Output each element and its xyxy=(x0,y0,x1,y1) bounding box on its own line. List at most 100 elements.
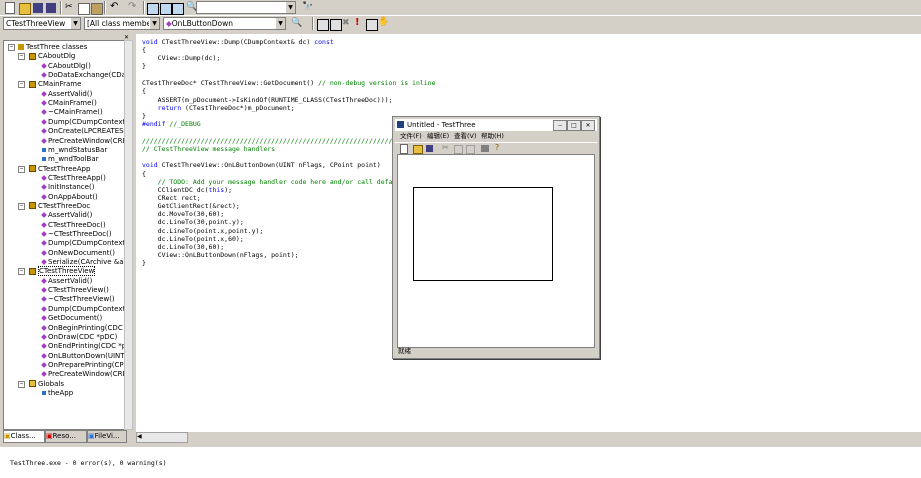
chevron-down-icon[interactable]: ▼ xyxy=(275,18,285,29)
tree-member-node[interactable]: PreCreateWindow(CRE xyxy=(41,370,125,379)
tree-member-node[interactable]: ~CTestThreeView() xyxy=(41,295,115,304)
tab-classview[interactable]: ▣Class... xyxy=(3,430,45,443)
tree-member-node[interactable]: CTestThreeDoc() xyxy=(41,221,106,230)
tree-member-node[interactable]: CMainFrame() xyxy=(41,99,97,108)
help-icon[interactable]: ? xyxy=(495,143,505,153)
tab-fileview[interactable]: ▣FileVi... xyxy=(87,430,127,443)
chevron-down-icon[interactable]: ▼ xyxy=(70,18,80,29)
tree-member-node[interactable]: AssertValid() xyxy=(41,277,92,286)
class-combo[interactable]: CTestThreeView ▼ xyxy=(3,17,81,30)
tree-member-node[interactable]: OnDraw(CDC *pDC) xyxy=(41,333,117,342)
wizard-action-icon[interactable]: 🔍 xyxy=(291,18,302,28)
tree-member-node[interactable]: AssertValid() xyxy=(41,90,92,99)
collapse-icon[interactable]: − xyxy=(18,380,25,388)
tab-resourceview[interactable]: ▣Reso... xyxy=(45,430,87,443)
close-icon[interactable]: ✕ xyxy=(581,120,595,131)
paste-icon[interactable] xyxy=(466,145,475,154)
collapse-icon[interactable]: − xyxy=(18,268,25,276)
menu-edit[interactable]: 编辑(E) xyxy=(427,131,449,142)
new-file-icon[interactable] xyxy=(400,144,408,154)
tree-member-node[interactable]: OnLButtonDown(UINT xyxy=(41,352,125,361)
app-window[interactable]: Untitled - TestThree ‒ □ ✕ 文件(F) 编辑(E) 查… xyxy=(392,116,600,359)
tree-class-node[interactable]: CAboutDlg xyxy=(29,52,75,61)
tree-class-node[interactable]: CMainFrame xyxy=(29,80,81,89)
collapse-icon[interactable]: − xyxy=(8,44,15,51)
breakpoint-hand-icon[interactable]: ✋ xyxy=(378,17,389,27)
open-folder-icon[interactable] xyxy=(413,145,423,154)
undo-icon[interactable]: ↶ xyxy=(110,1,120,12)
tree-member-node[interactable]: Dump(CDumpContext & xyxy=(41,305,125,314)
app-client-area[interactable] xyxy=(397,154,595,348)
save-icon[interactable] xyxy=(33,3,43,13)
tree-member-node[interactable]: DoDataExchange(CDat xyxy=(41,71,125,80)
new-file-icon[interactable] xyxy=(5,2,15,14)
tree-member-node[interactable]: theApp xyxy=(42,389,73,398)
editor-hscroll[interactable]: ◀ xyxy=(136,432,188,443)
save-all-icon[interactable] xyxy=(46,3,56,13)
tree-member-node[interactable]: Dump(CDumpContext & xyxy=(41,239,125,248)
tree-member-node[interactable]: OnCreate(LPCREATES xyxy=(41,127,124,136)
tree-member-node[interactable]: OnNewDocument() xyxy=(41,249,115,258)
build-icon[interactable] xyxy=(330,19,342,31)
cut-icon[interactable]: ✂ xyxy=(442,143,452,153)
splitter[interactable] xyxy=(133,32,136,444)
tree-scrollbar[interactable] xyxy=(124,40,133,430)
compile-icon[interactable] xyxy=(317,19,329,31)
tree-member-node[interactable]: OnPreparePrinting(CPr xyxy=(41,361,125,370)
tree-member-node[interactable]: ~CTestThreeDoc() xyxy=(41,230,112,239)
paste-icon[interactable] xyxy=(91,3,103,15)
menu-help[interactable]: 帮助(H) xyxy=(481,131,504,142)
save-icon[interactable] xyxy=(426,145,433,152)
tree-class-node[interactable]: CTestThreeDoc xyxy=(29,202,90,211)
tree-member-node[interactable]: OnAppAbout() xyxy=(41,193,98,202)
copy-icon[interactable] xyxy=(78,3,90,15)
filter-combo[interactable]: [All class members] ▼ xyxy=(84,17,160,30)
collapse-icon[interactable]: − xyxy=(18,202,25,210)
tree-member-node[interactable]: m_wndToolBar xyxy=(42,155,99,164)
code-token: CClientDC dc( xyxy=(142,186,209,194)
member-combo[interactable]: ◆OnLButtonDown ▼ xyxy=(163,17,286,30)
tree-member-node[interactable]: OnEndPrinting(CDC *pl xyxy=(41,342,125,351)
redo-icon[interactable]: ↷ xyxy=(128,1,138,12)
tree-member-node[interactable]: CAboutDlg() xyxy=(41,62,91,71)
tree-class-node[interactable]: CTestThreeView xyxy=(29,266,96,277)
find-in-files-icon[interactable]: 🔍 xyxy=(186,2,197,12)
menu-file[interactable]: 文件(F) xyxy=(400,131,422,142)
cut-icon[interactable]: ✂ xyxy=(65,2,75,12)
class-view-tree[interactable]: TestThree classes − CAboutDlg − CAboutDlg() D… xyxy=(3,40,126,430)
collapse-icon[interactable]: − xyxy=(18,165,25,173)
tree-member-node[interactable]: AssertValid() xyxy=(41,211,92,220)
tree-class-node[interactable]: Globals xyxy=(29,380,64,389)
go-icon[interactable] xyxy=(366,19,378,31)
tree-member-node[interactable]: InitInstance() xyxy=(41,183,94,192)
workspace-icon[interactable] xyxy=(147,3,159,15)
copy-icon[interactable] xyxy=(454,145,463,154)
tree-member-node[interactable]: CTestThreeApp() xyxy=(41,174,106,183)
execute-icon[interactable]: ! xyxy=(355,17,365,28)
tree-member-node[interactable]: GetDocument() xyxy=(41,314,102,323)
print-icon[interactable] xyxy=(481,145,489,152)
menu-view[interactable]: 查看(V) xyxy=(454,131,477,142)
app-title-bar[interactable]: Untitled - TestThree ‒ □ ✕ xyxy=(395,119,597,131)
tree-member-node[interactable]: PreCreateWindow(CRE xyxy=(41,137,125,146)
collapse-icon[interactable]: − xyxy=(18,53,25,61)
tree-member-node[interactable]: ~CMainFrame() xyxy=(41,108,103,117)
tree-member-node[interactable]: m_wndStatusBar xyxy=(42,146,107,155)
tree-root[interactable]: TestThree classes xyxy=(18,43,87,52)
tree-member-node[interactable]: OnBeginPrinting(CDC * xyxy=(41,324,125,333)
open-folder-icon[interactable] xyxy=(19,3,31,15)
tree-member-node[interactable]: CTestThreeView() xyxy=(41,286,109,295)
maximize-icon[interactable]: □ xyxy=(567,120,581,131)
output-icon[interactable] xyxy=(160,3,172,15)
find-combo[interactable]: ▼ xyxy=(196,1,296,14)
chevron-down-icon[interactable]: ▼ xyxy=(149,18,159,29)
chevron-down-icon[interactable]: ▼ xyxy=(285,2,295,13)
find-icon[interactable]: 🔭 xyxy=(302,2,313,12)
window-list-icon[interactable] xyxy=(172,3,184,15)
chevron-left-icon[interactable]: ◀ xyxy=(137,433,142,440)
collapse-icon[interactable]: − xyxy=(18,81,25,89)
tree-class-node[interactable]: CTestThreeApp xyxy=(29,165,90,174)
stop-build-icon[interactable]: ✖ xyxy=(342,18,352,28)
tree-member-node[interactable]: Dump(CDumpContext & xyxy=(41,118,125,127)
minimize-icon[interactable]: ‒ xyxy=(553,120,567,131)
